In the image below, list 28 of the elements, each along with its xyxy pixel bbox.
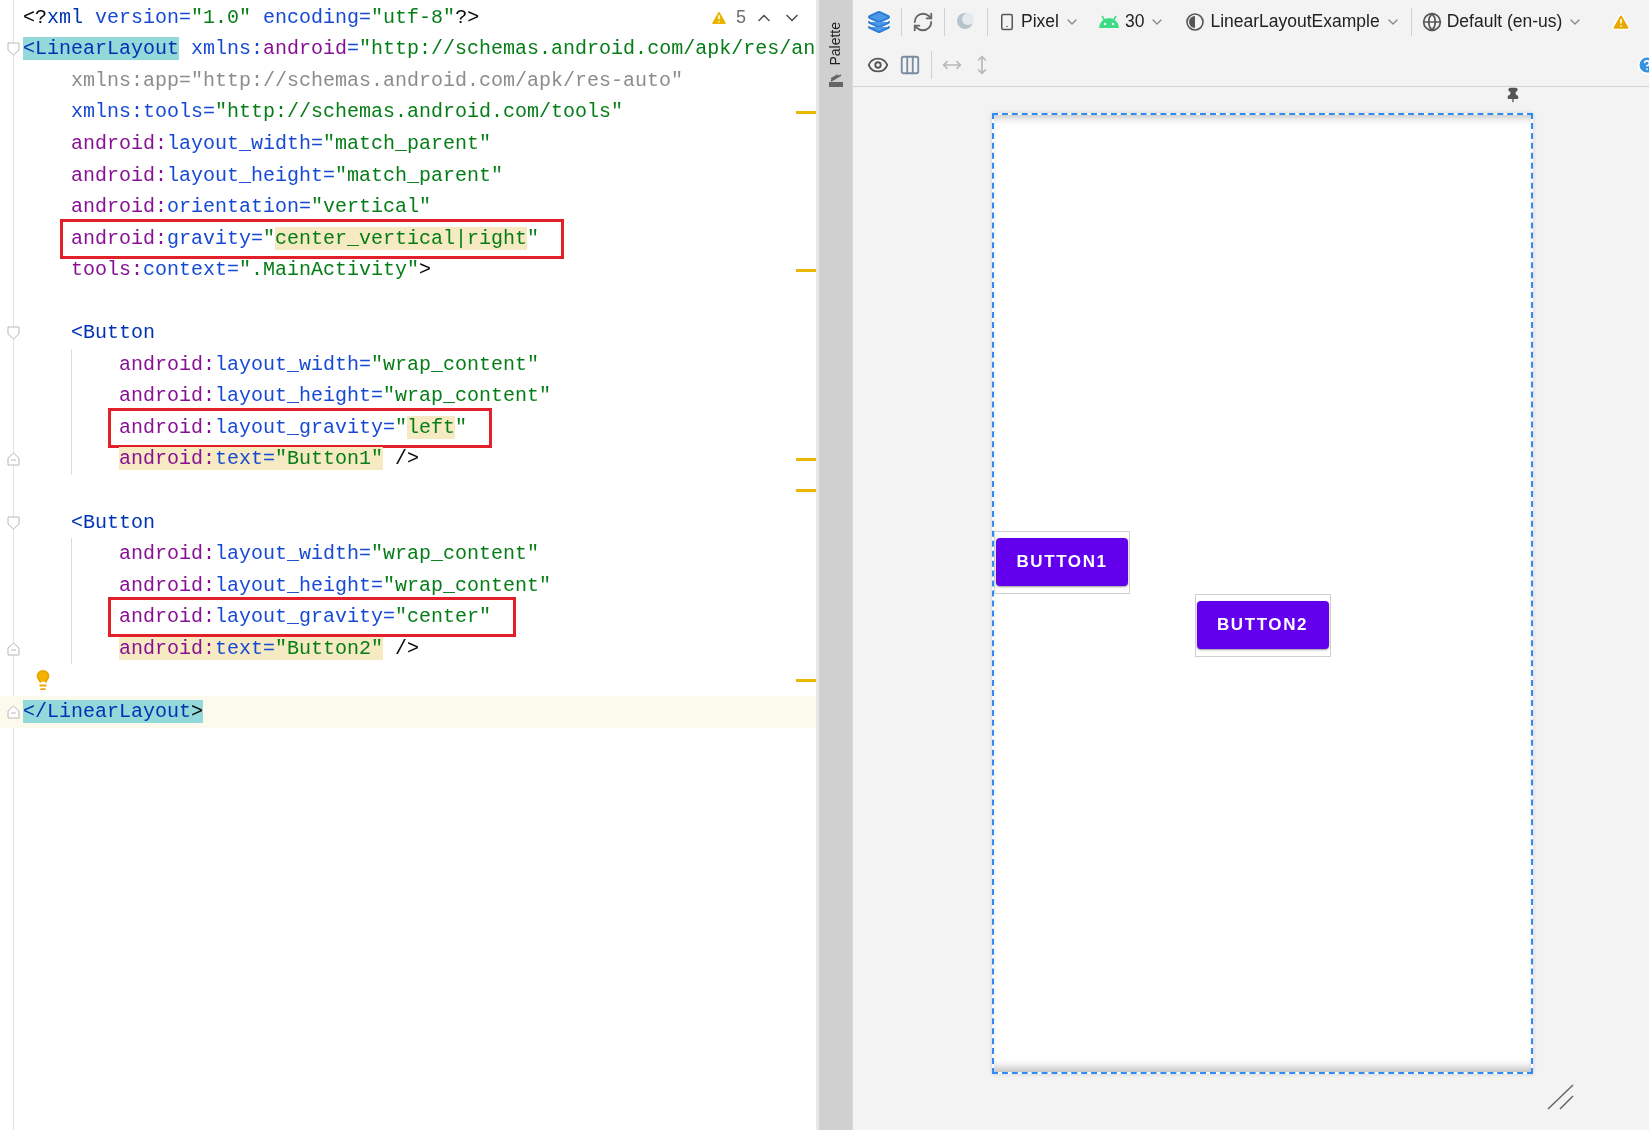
code-line: android:layout_width="match_parent" (71, 130, 492, 157)
code-line: android:layout_width="wrap_content" (119, 541, 540, 568)
code-line: xmlns:app="http://schemas.android.com/apk/res-auto" (71, 67, 684, 94)
theme-dropdown[interactable]: LinearLayoutExample (1185, 11, 1401, 32)
code-line: android:layout_height="wrap_content" (119, 383, 552, 410)
code-line: xmlns:tools="http://schemas.android.com/tools" (71, 99, 624, 126)
code-line: <?xml version="1.0" encoding="utf-8"?> (23, 4, 480, 31)
code-line: android:layout_height="wrap_content" (119, 572, 552, 599)
code-line: android:text="Button2" /> (119, 635, 420, 662)
preview-button[interactable]: BUTTON1 (996, 537, 1128, 586)
locale-dropdown[interactable]: Default (en-us) (1421, 11, 1584, 32)
code-line: tools:context=".MainActivity"> (71, 257, 432, 284)
code-line: android:orientation="vertical" (71, 194, 432, 221)
code-line: android:layout_height="match_parent" (71, 162, 504, 189)
code-line: </LinearLayout> (23, 698, 204, 725)
code-line: android:layout_gravity="center" (119, 604, 492, 631)
code-line: android:layout_width="wrap_content" (119, 351, 540, 378)
preview-button[interactable]: BUTTON2 (1196, 600, 1329, 649)
code-line: <Button (71, 509, 155, 536)
api-dropdown[interactable]: 30 (1097, 11, 1166, 32)
code-line: <LinearLayout xmlns:android="http://schemas.android.com/apk/res/an (23, 36, 816, 63)
code-line: <Button (71, 320, 155, 347)
palette-tab[interactable]: Palette (827, 22, 844, 66)
code-line: android:text="Button1" /> (119, 446, 420, 473)
device-dropdown[interactable]: Pixel (998, 11, 1080, 32)
code-line: android:layout_gravity="left" (119, 414, 468, 441)
warning-count[interactable]: 5 (736, 7, 746, 29)
code-line: android:gravity="center_vertical|right" (71, 225, 540, 252)
